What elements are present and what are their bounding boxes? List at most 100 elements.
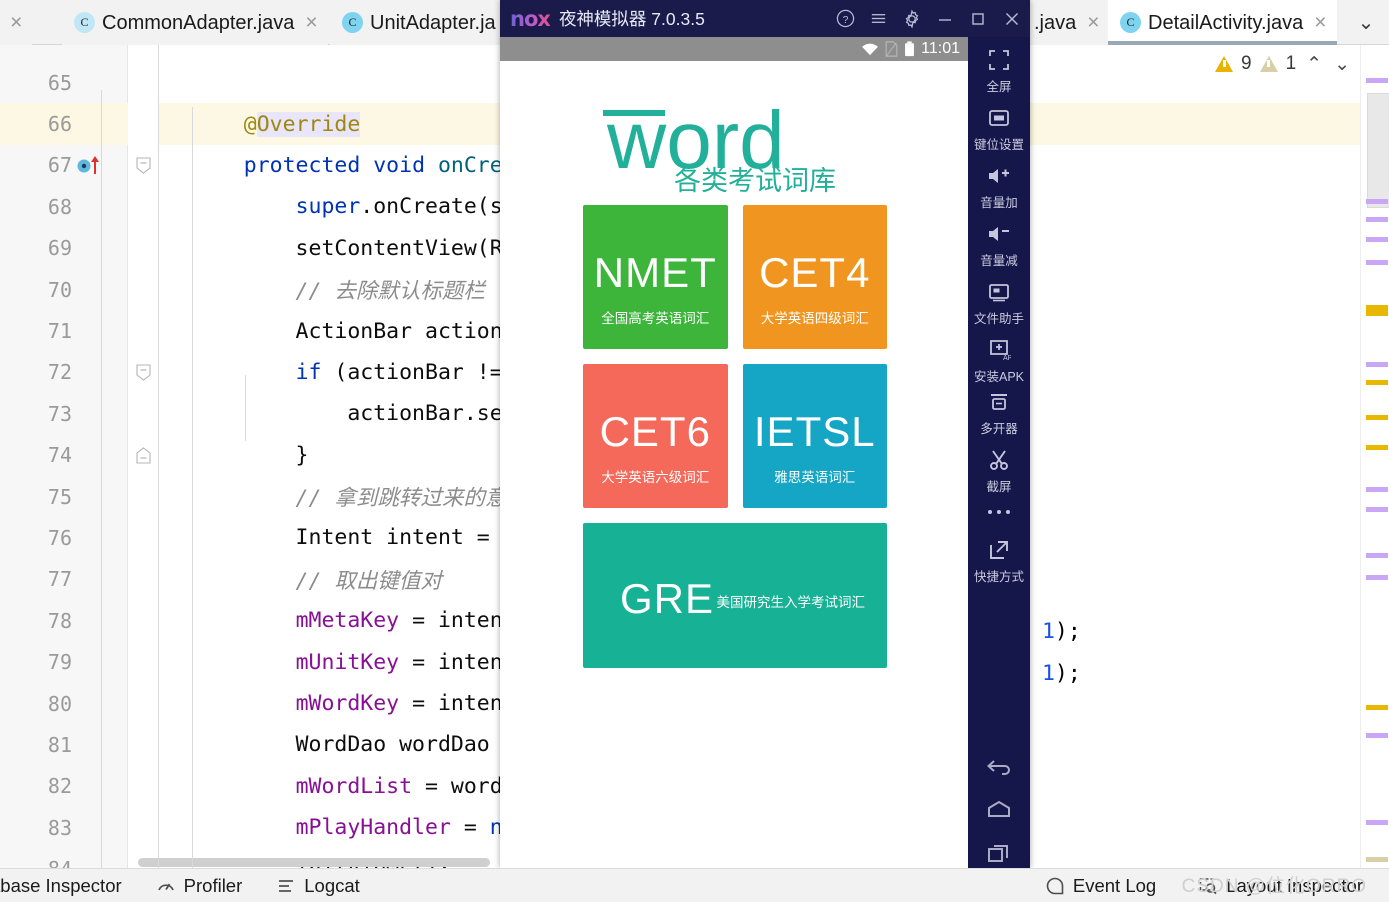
code-line: 1);: [1029, 661, 1081, 686]
category-tile-nmet[interactable]: NMET 全国高考英语词汇: [583, 205, 728, 349]
line-number: 76: [47, 525, 72, 550]
event-log-button[interactable]: Event Log: [1045, 875, 1156, 897]
line-number: 65: [47, 70, 72, 95]
editor-tab-detailactivity[interactable]: C DetailActivity.java ×: [1108, 0, 1337, 45]
editor-gutter[interactable]: 6566676869707172737475767778798081828384: [0, 45, 128, 881]
error-stripe-mark[interactable]: [1366, 380, 1388, 385]
help-icon[interactable]: ?: [829, 0, 862, 37]
close-icon[interactable]: [994, 0, 1030, 37]
error-stripe-mark[interactable]: [1366, 305, 1388, 316]
code-token: WordDao wordDao =: [192, 732, 529, 758]
close-icon[interactable]: ×: [305, 12, 317, 33]
error-stripe-mark[interactable]: [1366, 733, 1388, 738]
tile-row: CET6 大学英语六级词汇 IETSL 雅思英语词汇: [583, 364, 887, 508]
code-token: mWordList: [295, 773, 413, 799]
tabs-dropdown-button[interactable]: ⌄: [1343, 0, 1389, 45]
nox-toolbar[interactable]: 全屏键位设置音量加音量减文件助手 APK 安装APK 多开器截屏快捷方式: [968, 37, 1030, 868]
minimize-icon[interactable]: [928, 0, 961, 37]
android-recents-button[interactable]: [968, 842, 1030, 869]
fold-end-icon[interactable]: [136, 446, 151, 464]
menu-icon[interactable]: [862, 0, 895, 37]
editor-tab-unitadapter[interactable]: C UnitAdapter.ja: [330, 0, 506, 45]
editor-tab-0[interactable]: a ×: [0, 0, 33, 45]
error-stripe-mark[interactable]: [1366, 362, 1388, 367]
nox-tool-more-dots[interactable]: [968, 499, 1030, 525]
nox-title-bar[interactable]: nox 夜神模拟器 7.0.3.5 ?: [500, 0, 1030, 37]
android-back-button[interactable]: [968, 757, 1030, 784]
error-stripe-mark[interactable]: [1366, 857, 1388, 862]
status-bar-right-tools: Event Log Layout Inspector: [1045, 875, 1363, 897]
code-token: }: [192, 442, 309, 468]
emulator-screen[interactable]: 11:01 word 各类考试词库 NMET 全国高考英语词汇 CET4 大学英语四级…: [500, 37, 968, 868]
nox-tool-volume-up[interactable]: 音量加: [968, 163, 1030, 211]
nox-tool-shortcut[interactable]: 快捷方式: [968, 537, 1030, 585]
error-stripe-mark[interactable]: [1366, 487, 1388, 492]
fold-collapse-icon[interactable]: [136, 157, 151, 174]
error-stripe-mark[interactable]: [1366, 217, 1388, 222]
volume-down-icon: [986, 221, 1012, 247]
app-home-screen[interactable]: word 各类考试词库 NMET 全国高考英语词汇 CET4 大学英语四级词汇 CET6…: [500, 61, 968, 868]
code-token: =: [450, 815, 490, 841]
error-stripe-mark[interactable]: [1366, 415, 1388, 420]
editor-tab-3[interactable]: .java ×: [1022, 0, 1110, 45]
svg-text:APK: APK: [1003, 355, 1011, 362]
maximize-icon[interactable]: [961, 0, 994, 37]
category-tile-gre[interactable]: GRE 美国研究生入学考试词汇: [583, 523, 887, 668]
scrollbar-thumb[interactable]: [1367, 93, 1389, 208]
tile-code-label: GRE: [620, 575, 715, 622]
error-stripe[interactable]: [1360, 45, 1389, 902]
code-token: @: [243, 111, 257, 137]
editor-tab-commonadapter[interactable]: C CommonAdapter.java ×: [62, 0, 328, 45]
android-back-icon: [985, 757, 1013, 784]
code-token: );: [1054, 661, 1081, 686]
nox-emulator-window[interactable]: nox 夜神模拟器 7.0.3.5 ? 11:01 word 各类考试词库 NM…: [500, 0, 1030, 868]
android-home-button[interactable]: [968, 799, 1030, 824]
error-stripe-mark[interactable]: [1366, 237, 1388, 242]
category-tile-cet4[interactable]: CET4 大学英语四级词汇: [742, 205, 887, 349]
nox-tool-install-apk[interactable]: APK 安装APK: [968, 337, 1030, 385]
settings-gear-icon[interactable]: [895, 0, 928, 37]
profiler-button[interactable]: Profiler: [156, 875, 242, 897]
error-stripe-mark[interactable]: [1366, 553, 1388, 558]
nox-tool-multi-instance[interactable]: 多开器: [968, 389, 1030, 437]
nox-tool-fullscreen[interactable]: 全屏: [968, 47, 1030, 95]
close-icon[interactable]: ×: [1087, 12, 1099, 33]
logcat-button[interactable]: Logcat: [276, 875, 360, 897]
inspection-summary[interactable]: 9 1 ⌃ ⌄: [1207, 45, 1360, 83]
event-log-icon: [1046, 877, 1064, 894]
error-stripe-mark[interactable]: [1366, 575, 1388, 580]
category-tile-cet6[interactable]: CET6 大学英语六级词汇: [583, 364, 728, 508]
tile-code-label: CET6: [599, 408, 711, 455]
nox-tool-file-assistant[interactable]: 文件助手: [968, 279, 1030, 327]
error-stripe-mark[interactable]: [1366, 260, 1388, 265]
error-stripe-mark[interactable]: [1366, 705, 1388, 710]
next-problem-icon[interactable]: ⌄: [1332, 53, 1352, 76]
nox-tool-keymapping[interactable]: 键位设置: [968, 105, 1030, 153]
error-stripe-mark[interactable]: [1366, 507, 1388, 512]
layout-inspector-button[interactable]: Layout Inspector: [1198, 875, 1363, 897]
java-class-icon: C: [342, 12, 363, 33]
word-logo-icon: word 各类考试词库: [603, 95, 836, 196]
code-token: super: [295, 194, 361, 220]
horizontal-scrollbar[interactable]: [138, 858, 490, 867]
nox-tool-screenshot-scissors[interactable]: 截屏: [968, 447, 1030, 495]
previous-problem-icon[interactable]: ⌃: [1304, 53, 1324, 76]
line-number: 79: [47, 650, 72, 675]
sim-card-icon: [885, 41, 898, 57]
error-stripe-mark[interactable]: [1366, 199, 1388, 204]
code-folding-column[interactable]: [128, 45, 158, 868]
screenshot-scissors-icon: [986, 447, 1012, 473]
error-stripe-mark[interactable]: [1366, 445, 1388, 450]
database-inspector-button[interactable]: abase Inspector: [0, 875, 122, 897]
category-tile-ietsl[interactable]: IETSL 雅思英语词汇: [742, 364, 887, 508]
category-tile-grid[interactable]: NMET 全国高考英语词汇 CET4 大学英语四级词汇 CET6 大学英语六级词汇 IETS…: [583, 205, 887, 683]
nox-tool-volume-down[interactable]: 音量减: [968, 221, 1030, 269]
error-stripe-mark[interactable]: [1366, 820, 1388, 825]
multi-instance-icon: [986, 389, 1012, 415]
close-icon[interactable]: ×: [1314, 12, 1326, 33]
fold-collapse-icon[interactable]: [136, 364, 151, 381]
error-stripe-mark[interactable]: [1366, 78, 1388, 83]
close-icon[interactable]: ×: [10, 12, 22, 33]
code-token: actionBar.setD: [192, 401, 529, 427]
line-number: 68: [47, 194, 72, 219]
